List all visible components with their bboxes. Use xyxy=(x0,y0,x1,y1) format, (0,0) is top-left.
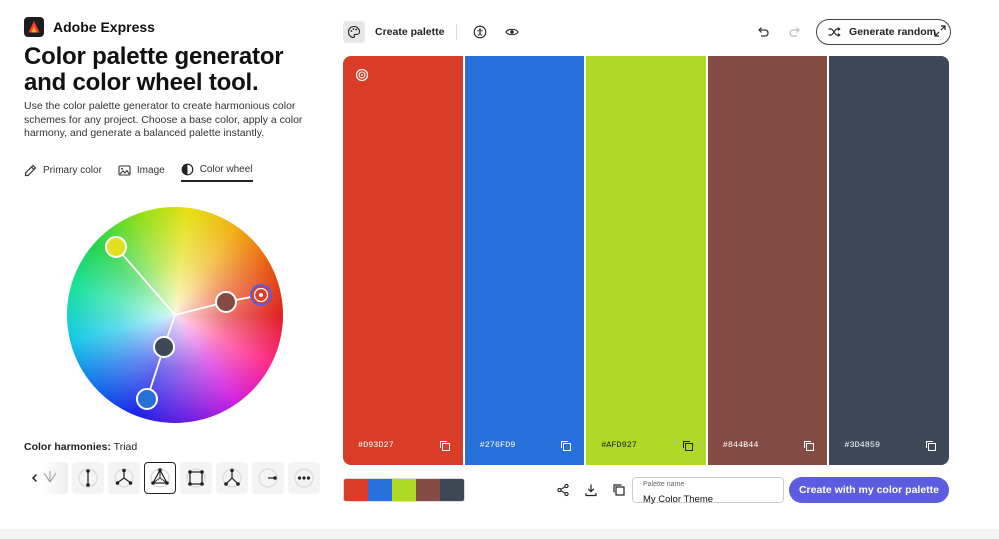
accessibility-button[interactable] xyxy=(469,21,491,43)
page-title: Color palette generator and color wheel … xyxy=(24,43,284,96)
palette-swatches: #D93D27 #276FD9 #AFD927 #844B44 #3D4859 xyxy=(343,56,949,465)
palette-toolbar: Create palette xyxy=(343,20,523,44)
copy-icon[interactable] xyxy=(682,440,694,452)
more-icon xyxy=(294,468,314,488)
copy-icon[interactable] xyxy=(803,440,815,452)
harmony-compound[interactable] xyxy=(216,462,248,494)
duplicate-button[interactable] xyxy=(611,481,627,499)
split-complementary-icon xyxy=(114,468,134,488)
copy-icon[interactable] xyxy=(439,440,451,452)
palette-icon xyxy=(343,21,365,43)
brand-name: Adobe Express xyxy=(53,19,155,35)
preview-button[interactable] xyxy=(501,21,523,43)
swatch-hex: #844B44 xyxy=(722,440,759,450)
adobe-express-logo-icon xyxy=(24,17,44,37)
shades-icon xyxy=(258,468,278,488)
expand-button[interactable] xyxy=(933,24,947,43)
harmonies-selected: Triad xyxy=(113,441,138,453)
redo-icon xyxy=(789,27,800,37)
copy-icon[interactable] xyxy=(925,440,937,452)
mini-swatch xyxy=(344,479,368,501)
create-palette-label[interactable]: Create palette xyxy=(375,26,444,38)
expand-icon xyxy=(934,25,946,37)
swatch-hex: #AFD927 xyxy=(601,440,637,450)
harmony-monochromatic[interactable] xyxy=(72,462,104,494)
swatch-4[interactable]: #844B44 xyxy=(707,56,828,465)
harmony-scroll-left[interactable] xyxy=(24,462,68,494)
triad-icon xyxy=(150,468,170,488)
tab-image[interactable]: Image xyxy=(118,158,165,182)
mini-swatch xyxy=(440,479,464,501)
wheel-handle-brown[interactable] xyxy=(215,291,237,313)
page-description: Use the color palette generator to creat… xyxy=(24,100,303,139)
swatch-hex: #3D4859 xyxy=(844,440,881,450)
brand[interactable]: Adobe Express xyxy=(24,17,155,37)
color-harmonies-label: Color harmonies: Triad xyxy=(24,441,137,453)
left-panel: Adobe Express Color palette generator an… xyxy=(24,0,324,539)
base-color-target-icon xyxy=(355,68,369,82)
monochromatic-icon xyxy=(78,468,98,488)
harmony-options xyxy=(24,462,320,494)
eye-icon xyxy=(505,28,520,36)
harmony-shades[interactable] xyxy=(252,462,284,494)
undo-icon xyxy=(758,27,769,37)
accessibility-icon xyxy=(474,25,487,39)
harmonies-title: Color harmonies: xyxy=(24,441,111,453)
download-icon xyxy=(585,484,597,497)
redo-button[interactable] xyxy=(784,21,806,43)
color-wheel[interactable] xyxy=(67,207,283,423)
tab-image-label: Image xyxy=(136,164,165,176)
undo-button[interactable] xyxy=(752,21,774,43)
harmony-square[interactable] xyxy=(180,462,212,494)
swatch-3[interactable]: #AFD927 xyxy=(586,56,706,465)
tab-color-wheel[interactable]: Color wheel xyxy=(180,158,253,182)
palette-preview-strip xyxy=(343,478,465,502)
palette-name-label: Palette name xyxy=(643,481,685,488)
shuffle-icon xyxy=(828,27,841,37)
swatch-1[interactable]: #D93D27 xyxy=(343,56,463,465)
duplicate-icon xyxy=(613,484,625,496)
swatch-hex: #276FD9 xyxy=(479,440,516,450)
create-with-palette-button[interactable]: Create with my color palette xyxy=(789,477,949,503)
mini-swatch xyxy=(416,479,440,501)
wheel-handle-slate[interactable] xyxy=(153,336,175,358)
analogous-icon xyxy=(43,471,57,483)
harmony-triad[interactable] xyxy=(144,462,176,494)
harmony-custom[interactable] xyxy=(288,462,320,494)
swatch-hex: #D93D27 xyxy=(358,440,394,450)
generate-random-button[interactable]: Generate random xyxy=(816,19,951,45)
share-icon xyxy=(557,483,569,497)
toolbar-divider xyxy=(456,24,458,40)
page-footer-band xyxy=(0,529,999,539)
image-icon xyxy=(118,164,131,176)
swatch-2[interactable]: #276FD9 xyxy=(464,56,585,465)
share-button[interactable] xyxy=(555,481,571,499)
palette-actions xyxy=(555,481,627,499)
tab-color-wheel-label: Color wheel xyxy=(199,163,253,175)
harmony-split-complementary[interactable] xyxy=(108,462,140,494)
palette-name-input[interactable] xyxy=(643,494,773,505)
mini-swatch xyxy=(368,479,392,501)
mode-tabs: Primary color Image Color wheel xyxy=(24,158,253,182)
compound-icon xyxy=(222,468,242,488)
wheel-handle-yellow[interactable] xyxy=(105,236,127,258)
top-right-actions: Generate random xyxy=(752,19,951,45)
download-button[interactable] xyxy=(583,481,599,499)
wheel-handle-blue[interactable] xyxy=(136,388,158,410)
palette-name-field[interactable]: Palette name xyxy=(632,477,784,505)
square-icon xyxy=(186,468,206,488)
chevron-left-icon xyxy=(31,473,38,483)
palette-footer: Palette name Create with my color palett… xyxy=(343,477,949,505)
tab-primary-color-label: Primary color xyxy=(43,164,102,176)
generate-random-label: Generate random xyxy=(849,26,936,38)
swatch-5[interactable]: #3D4859 xyxy=(829,56,949,465)
copy-icon[interactable] xyxy=(560,440,572,452)
eyedropper-icon xyxy=(24,164,37,176)
color-wheel-icon xyxy=(181,163,194,175)
tab-primary-color[interactable]: Primary color xyxy=(24,158,102,182)
mini-swatch xyxy=(392,479,416,501)
